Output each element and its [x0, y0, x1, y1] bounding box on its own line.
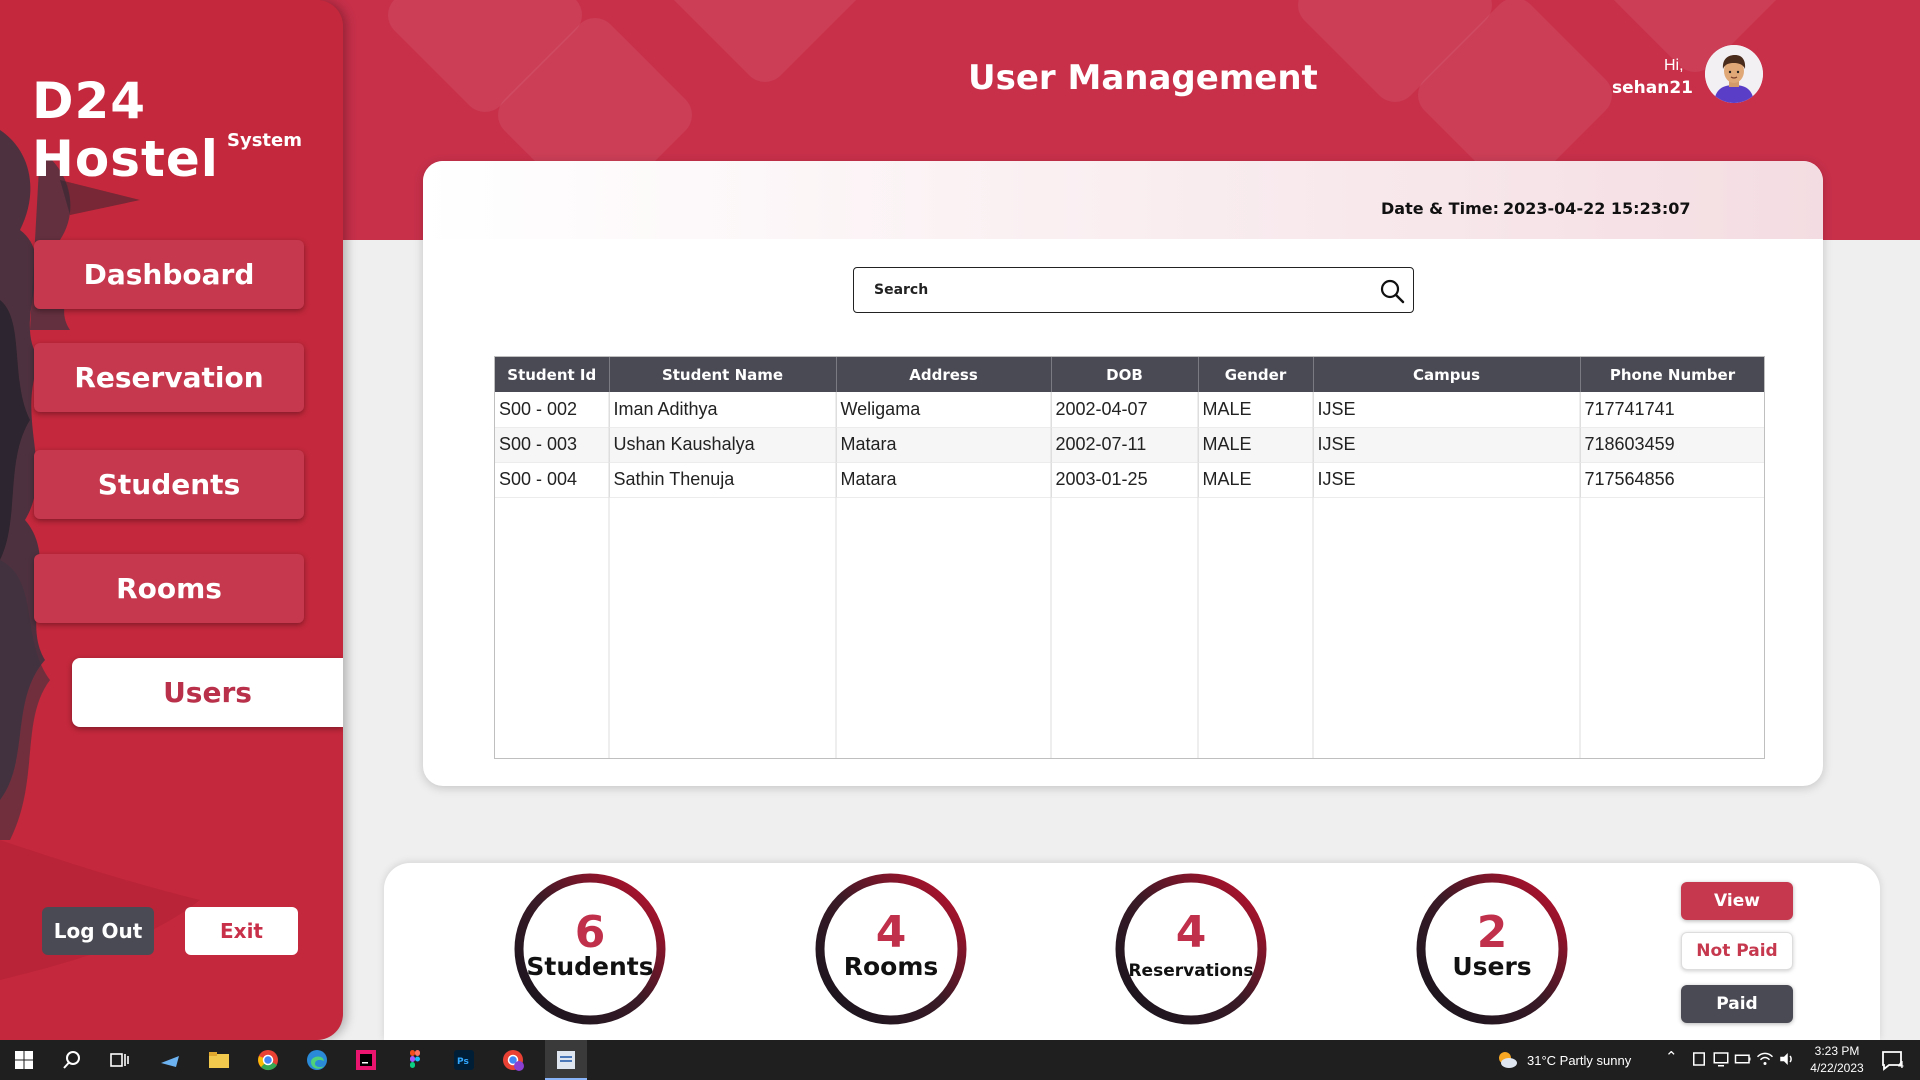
cell-address: Weligama — [836, 392, 1052, 428]
students-table: Student Id Student Name Address DOB Gend… — [494, 356, 1765, 759]
table-row[interactable]: S00 - 003 Ushan Kaushalya Matara 2002-07… — [495, 427, 1764, 463]
search-icon[interactable] — [1379, 278, 1405, 304]
nav-students-button[interactable]: Students — [34, 450, 304, 519]
clock-time[interactable]: 3:23 PM — [1812, 1044, 1862, 1058]
cell-campus: IJSE — [1313, 392, 1581, 428]
search-input[interactable] — [874, 278, 1354, 302]
paid-button[interactable]: Paid — [1681, 985, 1793, 1023]
stat-rooms-value: 4 — [875, 907, 907, 958]
stat-users-label: Users — [1452, 952, 1532, 981]
column-header-student-name[interactable]: Student Name — [609, 357, 837, 392]
datetime-label: Date & Time: — [1381, 199, 1499, 218]
stat-reservations-label: Reservations — [1128, 961, 1254, 981]
stat-rooms-label: Rooms — [843, 952, 939, 981]
nav-users-button[interactable]: Users — [72, 658, 343, 727]
user-avatar[interactable] — [1705, 45, 1763, 103]
stat-users-value: 2 — [1476, 907, 1508, 958]
table-header-row: Student Id Student Name Address DOB Gend… — [495, 357, 1764, 392]
cell-student-id: S00 - 004 — [495, 462, 610, 498]
logout-button[interactable]: Log Out — [42, 907, 154, 955]
column-header-campus[interactable]: Campus — [1313, 357, 1581, 392]
search-icon[interactable] — [60, 1048, 84, 1072]
taskbar: Ps 31°C Partly sunny ⌃ 3:23 PM 4/22/2023… — [0, 1040, 1920, 1080]
stat-students-value: 6 — [574, 907, 606, 958]
table-row[interactable]: S00 - 002 Iman Adithya Weligama 2002-04-… — [495, 392, 1764, 428]
cell-gender: MALE — [1198, 462, 1314, 498]
column-header-address[interactable]: Address — [836, 357, 1052, 392]
cell-gender: MALE — [1198, 427, 1314, 463]
cell-student-name: Iman Adithya — [609, 392, 837, 428]
user-avatar-icon — [1705, 45, 1763, 103]
active-app-highlight[interactable] — [545, 1040, 587, 1080]
cell-campus: IJSE — [1313, 462, 1581, 498]
cell-campus: IJSE — [1313, 427, 1581, 463]
weather-icon[interactable] — [1495, 1048, 1519, 1072]
search-box[interactable] — [853, 267, 1414, 313]
view-button[interactable]: View — [1681, 882, 1793, 920]
exit-button[interactable]: Exit — [185, 907, 298, 955]
chrome-icon[interactable] — [256, 1048, 280, 1072]
cell-phone-number: 717564856 — [1580, 462, 1764, 498]
cell-gender: MALE — [1198, 392, 1314, 428]
edge-icon[interactable] — [305, 1048, 329, 1072]
stats-panel: 6 Students 4 Rooms 4 Reservations 2 User… — [384, 863, 1880, 1040]
cell-student-name: Sathin Thenuja — [609, 462, 837, 498]
page-title: User Management — [968, 58, 1318, 98]
column-header-dob[interactable]: DOB — [1051, 357, 1199, 392]
nav-reservation-button[interactable]: Reservation — [34, 343, 304, 412]
display-icon[interactable] — [1712, 1050, 1730, 1068]
nav-dashboard-button[interactable]: Dashboard — [34, 240, 304, 309]
stat-users: 2 Users — [1416, 873, 1568, 1025]
wifi-icon[interactable] — [1756, 1050, 1774, 1068]
svg-text:Ps: Ps — [457, 1057, 469, 1067]
clock-date[interactable]: 4/22/2023 — [1805, 1061, 1869, 1075]
stat-students-label: Students — [526, 952, 654, 981]
stat-reservations: 4 Reservations — [1115, 873, 1267, 1025]
stat-rooms: 4 Rooms — [815, 873, 967, 1025]
username-text: sehan21 — [1612, 78, 1693, 98]
figma-icon[interactable] — [403, 1048, 427, 1072]
cell-address: Matara — [836, 462, 1052, 498]
weather-text[interactable]: 31°C Partly sunny — [1527, 1053, 1631, 1068]
notification-count: 4 — [1898, 1060, 1904, 1071]
column-header-gender[interactable]: Gender — [1198, 357, 1314, 392]
cell-dob: 2002-07-11 — [1051, 427, 1199, 463]
app-icon[interactable] — [158, 1048, 182, 1072]
intellij-icon[interactable] — [354, 1048, 378, 1072]
not-paid-button[interactable]: Not Paid — [1681, 932, 1793, 970]
greeting-text: Hi, — [1664, 57, 1684, 74]
nav-rooms-button[interactable]: Rooms — [34, 554, 304, 623]
file-explorer-icon[interactable] — [207, 1048, 231, 1072]
cell-phone-number: 717741741 — [1580, 392, 1764, 428]
column-header-phone-number[interactable]: Phone Number — [1580, 357, 1764, 392]
tray-chevron-icon[interactable]: ⌃ — [1665, 1048, 1678, 1066]
cell-dob: 2003-01-25 — [1051, 462, 1199, 498]
cell-student-id: S00 - 003 — [495, 427, 610, 463]
task-view-icon[interactable] — [107, 1048, 131, 1072]
table-row[interactable]: S00 - 004 Sathin Thenuja Matara 2003-01-… — [495, 462, 1764, 498]
java-app-icon — [557, 1051, 575, 1069]
stat-reservations-value: 4 — [1175, 907, 1207, 958]
sidebar: D24 Hostel System Dashboard Reservation … — [0, 0, 343, 1040]
cell-student-id: S00 - 002 — [495, 392, 610, 428]
app-logo-subtitle: System — [227, 130, 302, 151]
user-table-card: Date & Time: 2023-04-22 15:23:07 Stude — [423, 161, 1823, 786]
cell-student-name: Ushan Kaushalya — [609, 427, 837, 463]
cell-phone-number: 718603459 — [1580, 427, 1764, 463]
battery-icon[interactable] — [1734, 1050, 1752, 1068]
stat-students: 6 Students — [514, 873, 666, 1025]
windows-start-icon[interactable] — [12, 1048, 36, 1072]
cell-dob: 2002-04-07 — [1051, 392, 1199, 428]
volume-icon[interactable] — [1778, 1050, 1796, 1068]
chrome-profile-icon[interactable] — [501, 1048, 525, 1072]
column-header-student-id[interactable]: Student Id — [495, 357, 610, 392]
cell-address: Matara — [836, 427, 1052, 463]
datetime-value: 2023-04-22 15:23:07 — [1503, 199, 1691, 218]
card-header: Date & Time: 2023-04-22 15:23:07 — [423, 161, 1823, 239]
photoshop-icon[interactable]: Ps — [452, 1048, 476, 1072]
tray-icon[interactable] — [1690, 1050, 1708, 1068]
